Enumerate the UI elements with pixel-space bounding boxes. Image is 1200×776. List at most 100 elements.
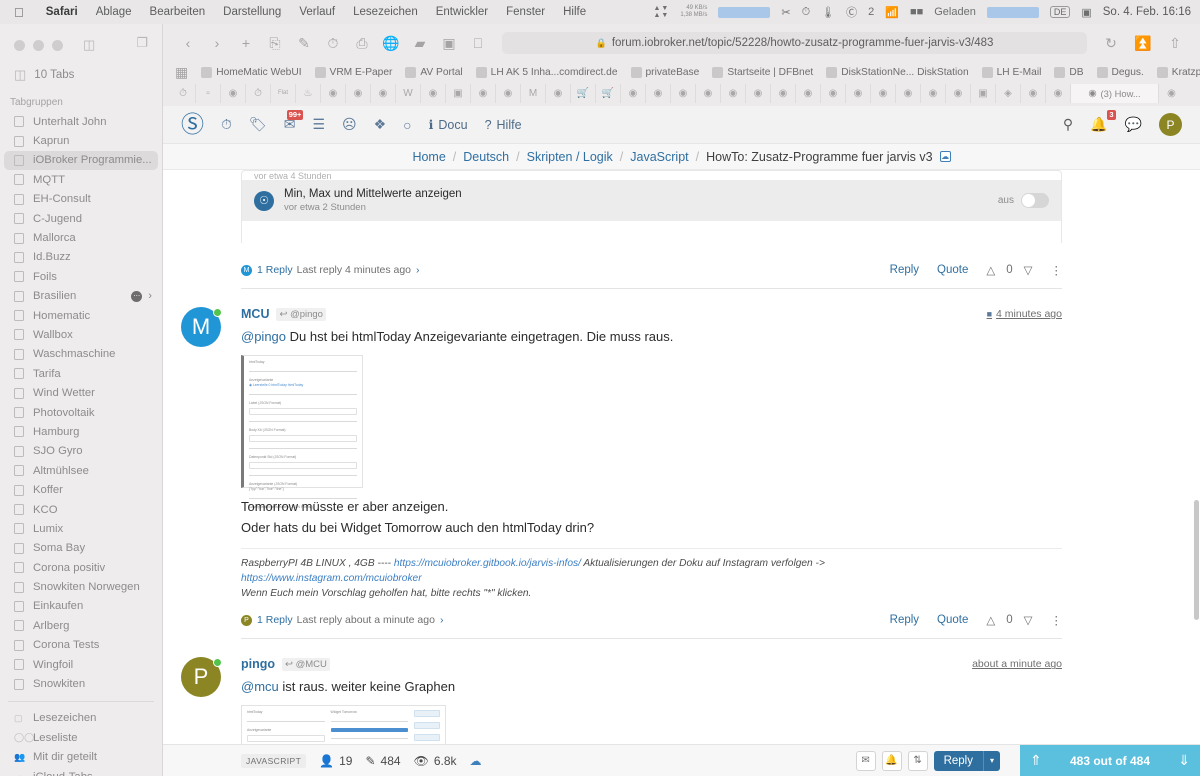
control-center-icon[interactable]: ▣ — [1081, 6, 1091, 19]
tab-favicon[interactable]: ◉ — [696, 83, 721, 103]
clock-icon[interactable]: ⏱ — [802, 6, 811, 19]
unread-icon[interactable]: ✉ 99+ — [284, 110, 304, 133]
scroll-to-bottom-icon[interactable]: ⇓ — [1178, 752, 1190, 769]
sidebar-item-altm-hlsee[interactable]: Altmühlsee — [0, 461, 162, 480]
sidebar-item-wingfoil[interactable]: Wingfoil — [0, 655, 162, 674]
tab-overview-icon[interactable]: ⎘ — [262, 31, 288, 55]
tab-favicon[interactable]: ◉ — [721, 83, 746, 103]
sidebar-item-c-jugend[interactable]: C-Jugend — [0, 209, 162, 228]
sidebar-item-soma-bay[interactable]: Soma Bay — [0, 539, 162, 558]
bookmark-item[interactable]: DB — [1054, 66, 1084, 78]
sort-icon[interactable]: ⇅ — [907, 750, 928, 771]
forward-icon[interactable]: › — [204, 31, 230, 55]
reply-button[interactable]: Reply — [890, 264, 919, 276]
download-icon[interactable]: ⏫ — [1130, 31, 1156, 55]
sidebar-footer-mit-dir-geteilt[interactable]: 👥 Mit dir geteilt — [0, 748, 162, 767]
sidebar-tabs-row[interactable]: ◫ 10 Tabs — [0, 53, 162, 83]
new-tab-icon[interactable]: + — [233, 31, 259, 55]
tab-favicon[interactable]: ◉ — [771, 83, 796, 103]
tab-favicon[interactable]: ◉ — [1159, 84, 1184, 103]
chevron-right-icon[interactable]: › — [440, 614, 444, 626]
user-avatar[interactable]: P — [1159, 113, 1182, 136]
tab-favicon[interactable]: ◉ — [821, 83, 846, 103]
tab-favicon[interactable]: ♨ — [296, 83, 321, 103]
tags-icon[interactable]: 🏷 — [249, 116, 267, 133]
sidebar-item-snowkiten[interactable]: Snowkiten — [0, 674, 162, 693]
reply-to-label[interactable]: ↩ @pingo — [276, 307, 326, 321]
tab-favicon[interactable]: ◉ — [321, 83, 346, 103]
menu-item-fenster[interactable]: Fenster — [497, 6, 554, 18]
post-timestamp[interactable]: about a minute ago — [972, 658, 1062, 670]
post-menu-icon[interactable]: ⋮ — [1051, 263, 1063, 277]
menubar-widget-pill[interactable] — [718, 6, 771, 18]
apple-logo-icon[interactable]:  — [14, 5, 24, 20]
bookmark-item[interactable]: Kratzprognos...nerwetter.de — [1156, 66, 1200, 78]
tab-favicon[interactable]: ◉ — [746, 83, 771, 103]
sidebar-item-tarifa[interactable]: Tarifa — [0, 364, 162, 383]
post-menu-icon[interactable]: ⋮ — [1051, 613, 1063, 627]
notification-toggle[interactable] — [1021, 193, 1049, 208]
chat-icon[interactable]: 💬 — [1125, 116, 1142, 133]
quote-button[interactable]: Quote — [937, 614, 968, 626]
iobroker-logo-icon[interactable]: Ⓢ — [181, 113, 204, 136]
sidebar-item-wallbox[interactable]: Wallbox — [0, 325, 162, 344]
topic-pagination[interactable]: ⇑ 483 out of 484 ⇓ — [1020, 744, 1200, 776]
sidebar-item-snowkiten-norwegen[interactable]: Snowkiten Norwegen — [0, 577, 162, 596]
bookmark-item[interactable]: LH E-Mail — [981, 66, 1041, 78]
new-tab-group-icon[interactable]: ❐ — [136, 35, 148, 51]
tab-favicon[interactable]: Flat — [271, 83, 296, 103]
menu-item-verlauf[interactable]: Verlauf — [290, 6, 344, 18]
tab-active[interactable]: ◉ (3) How... — [1071, 83, 1159, 103]
reply-button-group[interactable]: Reply ▾ — [933, 750, 1000, 771]
chevron-right-icon[interactable]: › — [416, 264, 420, 276]
sidebar-item-waschmaschine[interactable]: Waschmaschine — [0, 345, 162, 364]
tab-favicon[interactable]: ⏱ — [171, 83, 196, 103]
bookmarks-grid-icon[interactable]: ▦ — [175, 60, 188, 84]
sidebar-item-kco[interactable]: KCO — [0, 500, 162, 519]
breadcrumb-item-javascript[interactable]: JavaScript — [630, 150, 688, 164]
watch-topic-icon[interactable]: 🔔 — [881, 750, 902, 771]
users-icon[interactable]: Ⓒ — [846, 4, 857, 20]
tab-favicon[interactable]: M — [521, 83, 546, 103]
bookmark-item[interactable]: Degus. — [1096, 66, 1144, 78]
reply-count-link[interactable]: 1 Reply — [257, 264, 293, 276]
print-icon[interactable]: ⎙ — [349, 31, 375, 55]
topic-tag[interactable]: JAVASCRIPT — [241, 753, 307, 768]
tab-favicon[interactable]: ⏱ — [246, 83, 271, 103]
tab-favicon[interactable]: ▫ — [196, 83, 221, 103]
topic-rss-icon[interactable]: ☁ — [470, 754, 482, 768]
tab-favicon[interactable]: ◉ — [671, 83, 696, 103]
reload-icon[interactable]: ↻ — [1098, 31, 1124, 55]
tab-favicon[interactable]: ◉ — [471, 83, 496, 103]
breadcrumb-item-home[interactable]: Home — [412, 150, 445, 164]
sidebar-item-id-buzz[interactable]: Id.Buzz — [0, 248, 162, 267]
tab-favicon[interactable]: ◈ — [996, 83, 1021, 103]
sidebar-item-einkaufen[interactable]: Einkaufen — [0, 597, 162, 616]
sidebar-item-kaprun[interactable]: Kaprun — [0, 131, 162, 150]
reply-button[interactable]: Reply — [933, 750, 983, 771]
zoom-window-button[interactable] — [52, 39, 63, 51]
github-icon[interactable]: ○ — [403, 117, 411, 133]
network-activity-icon[interactable]: ▲▼ ▲▼ — [653, 5, 669, 19]
search-icon[interactable]: ⚲ — [1063, 116, 1073, 133]
tab-favicon[interactable]: ◉ — [621, 83, 646, 103]
tab-favicon[interactable]: ◉ — [921, 83, 946, 103]
tab-favicon[interactable]: ◉ — [496, 83, 521, 103]
menu-item-hilfe[interactable]: Hilfe — [554, 6, 595, 18]
chevron-right-icon[interactable]: › — [148, 290, 152, 302]
scroll-to-top-icon[interactable]: ⇑ — [1030, 752, 1042, 769]
post-screenshot-settings[interactable]: htmlToday Anzeigevariante ◉ Leerstelle 0… — [241, 354, 363, 509]
tab-favicon[interactable]: ◉ — [646, 83, 671, 103]
sidebar-item-homematic[interactable]: Homematic — [0, 306, 162, 325]
nav-hilfe[interactable]: ? Hilfe — [485, 118, 522, 132]
sidebar-toggle-icon[interactable]: ◫ — [83, 37, 95, 53]
sidebar-item-iobroker-programmie[interactable]: iOBroker Programmie... — [4, 150, 158, 171]
feather-icon[interactable]: ❖ — [374, 116, 387, 133]
downvote-icon[interactable]: ▽ — [1024, 613, 1033, 627]
menu-item-safari[interactable]: Safari — [37, 6, 87, 18]
reply-to-label[interactable]: ↩ @MCU — [282, 657, 330, 671]
notification-row[interactable]: ☉ Min, Max und Mittelwerte anzeigen vor … — [242, 180, 1061, 221]
mention-link[interactable]: @mcu — [241, 679, 279, 694]
back-icon[interactable]: ‹ — [175, 31, 201, 55]
more-options-icon[interactable]: ⋯ — [131, 290, 143, 302]
